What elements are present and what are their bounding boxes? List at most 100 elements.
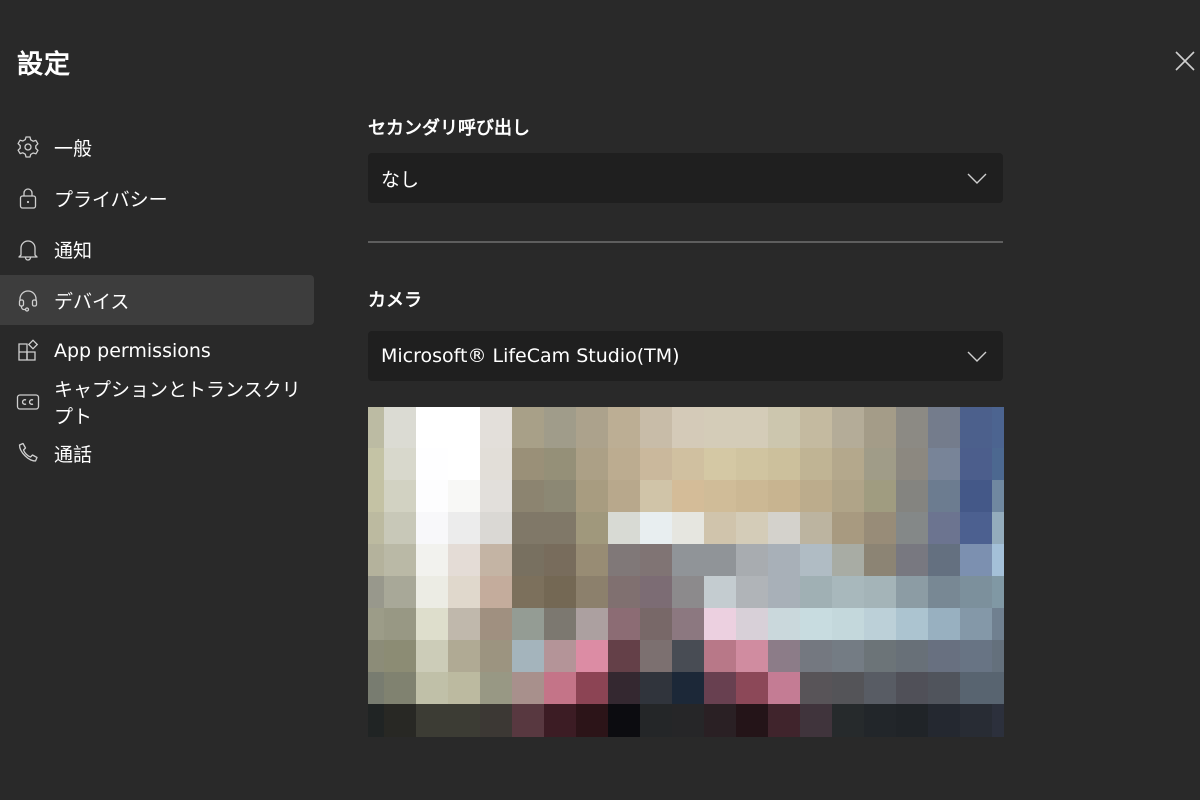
preview-mosaic-cell	[704, 704, 736, 737]
preview-mosaic-cell	[672, 512, 704, 544]
preview-mosaic-cell	[864, 512, 896, 544]
preview-mosaic-cell	[384, 512, 416, 544]
preview-mosaic-cell	[480, 672, 512, 704]
preview-mosaic-cell	[544, 672, 576, 704]
preview-mosaic-cell	[640, 512, 672, 544]
chevron-down-icon	[967, 351, 987, 362]
preview-mosaic-cell	[800, 544, 832, 576]
preview-mosaic-cell	[480, 407, 512, 448]
preview-mosaic-cell	[448, 576, 480, 608]
preview-mosaic-cell	[960, 576, 992, 608]
preview-mosaic-cell	[896, 576, 928, 608]
preview-mosaic-cell	[640, 640, 672, 672]
preview-mosaic-cell	[896, 480, 928, 512]
preview-mosaic-cell	[832, 544, 864, 576]
preview-mosaic-cell	[864, 704, 896, 737]
preview-mosaic-cell	[368, 608, 384, 640]
preview-mosaic-cell	[416, 704, 448, 737]
sidebar-item-label: デバイス	[54, 290, 130, 313]
preview-mosaic-cell	[928, 576, 960, 608]
preview-mosaic-row	[368, 640, 1004, 672]
preview-mosaic-cell	[864, 576, 896, 608]
preview-mosaic-cell	[928, 608, 960, 640]
preview-mosaic-cell	[368, 448, 384, 480]
chevron-down-icon	[967, 173, 987, 184]
preview-mosaic-cell	[704, 608, 736, 640]
preview-mosaic-cell	[640, 407, 672, 448]
preview-mosaic-cell	[544, 448, 576, 480]
lock-icon	[15, 185, 41, 211]
preview-mosaic-cell	[480, 640, 512, 672]
preview-mosaic-cell	[896, 640, 928, 672]
preview-mosaic-cell	[896, 544, 928, 576]
preview-mosaic-cell	[672, 544, 704, 576]
sidebar-item-app-permissions[interactable]: App permissions	[0, 326, 314, 376]
sidebar-item-notifications[interactable]: 通知	[0, 224, 314, 274]
preview-mosaic-cell	[736, 576, 768, 608]
preview-mosaic-cell	[416, 608, 448, 640]
preview-mosaic-cell	[608, 512, 640, 544]
preview-mosaic-cell	[512, 672, 544, 704]
preview-mosaic-cell	[544, 407, 576, 448]
sidebar-item-captions-transcripts[interactable]: キャプションとトランスクリプト	[0, 377, 314, 428]
close-button[interactable]	[1172, 48, 1198, 74]
preview-mosaic-cell	[736, 448, 768, 480]
preview-mosaic-cell	[416, 448, 448, 480]
preview-mosaic-cell	[576, 480, 608, 512]
secondary-ringer-dropdown[interactable]: なし	[368, 153, 1003, 203]
preview-mosaic-cell	[512, 407, 544, 448]
sidebar-item-privacy[interactable]: プライバシー	[0, 173, 314, 223]
preview-mosaic-cell	[768, 544, 800, 576]
preview-mosaic-cell	[576, 704, 608, 737]
preview-mosaic-cell	[448, 704, 480, 737]
preview-mosaic-cell	[512, 480, 544, 512]
preview-mosaic-cell	[928, 704, 960, 737]
preview-mosaic-cell	[544, 512, 576, 544]
preview-mosaic-cell	[992, 448, 1004, 480]
preview-mosaic-row	[368, 512, 1004, 544]
preview-mosaic-cell	[384, 576, 416, 608]
sidebar-item-label: プライバシー	[54, 188, 168, 211]
preview-mosaic-cell	[800, 407, 832, 448]
sidebar-item-label: 通知	[54, 239, 93, 262]
preview-mosaic-cell	[448, 480, 480, 512]
preview-mosaic-cell	[576, 512, 608, 544]
preview-mosaic-cell	[672, 576, 704, 608]
preview-mosaic-cell	[512, 608, 544, 640]
closed-captions-icon	[15, 389, 41, 415]
preview-mosaic-cell	[832, 576, 864, 608]
preview-mosaic-row	[368, 480, 1004, 512]
preview-mosaic-row	[368, 407, 1004, 448]
preview-mosaic-cell	[768, 640, 800, 672]
preview-mosaic-cell	[992, 407, 1004, 448]
preview-mosaic-row	[368, 704, 1004, 737]
preview-mosaic-cell	[704, 672, 736, 704]
preview-mosaic-cell	[608, 480, 640, 512]
preview-mosaic-cell	[992, 608, 1004, 640]
sidebar-item-calls[interactable]: 通話	[0, 428, 314, 478]
preview-mosaic-cell	[608, 407, 640, 448]
preview-mosaic-cell	[448, 544, 480, 576]
preview-mosaic-cell	[672, 448, 704, 480]
preview-mosaic-row	[368, 544, 1004, 576]
sidebar-item-devices[interactable]: デバイス	[0, 275, 314, 325]
preview-mosaic-cell	[928, 407, 960, 448]
preview-mosaic-cell	[864, 608, 896, 640]
preview-mosaic-cell	[608, 640, 640, 672]
camera-value: Microsoft® LifeCam Studio(TM)	[381, 345, 680, 367]
sidebar-item-general[interactable]: 一般	[0, 122, 314, 172]
preview-mosaic-cell	[800, 480, 832, 512]
preview-mosaic-cell	[960, 672, 992, 704]
settings-sidebar: 一般 プライバシー 通知 デバイス App permissions キャプション…	[0, 122, 314, 479]
preview-mosaic-cell	[384, 544, 416, 576]
preview-mosaic-cell	[384, 672, 416, 704]
camera-dropdown[interactable]: Microsoft® LifeCam Studio(TM)	[368, 331, 1003, 381]
preview-mosaic-cell	[960, 512, 992, 544]
preview-mosaic-cell	[448, 672, 480, 704]
preview-mosaic-cell	[832, 640, 864, 672]
preview-mosaic-cell	[480, 608, 512, 640]
camera-label: カメラ	[368, 290, 422, 311]
preview-mosaic-cell	[896, 672, 928, 704]
preview-mosaic-cell	[928, 544, 960, 576]
preview-mosaic-cell	[864, 672, 896, 704]
